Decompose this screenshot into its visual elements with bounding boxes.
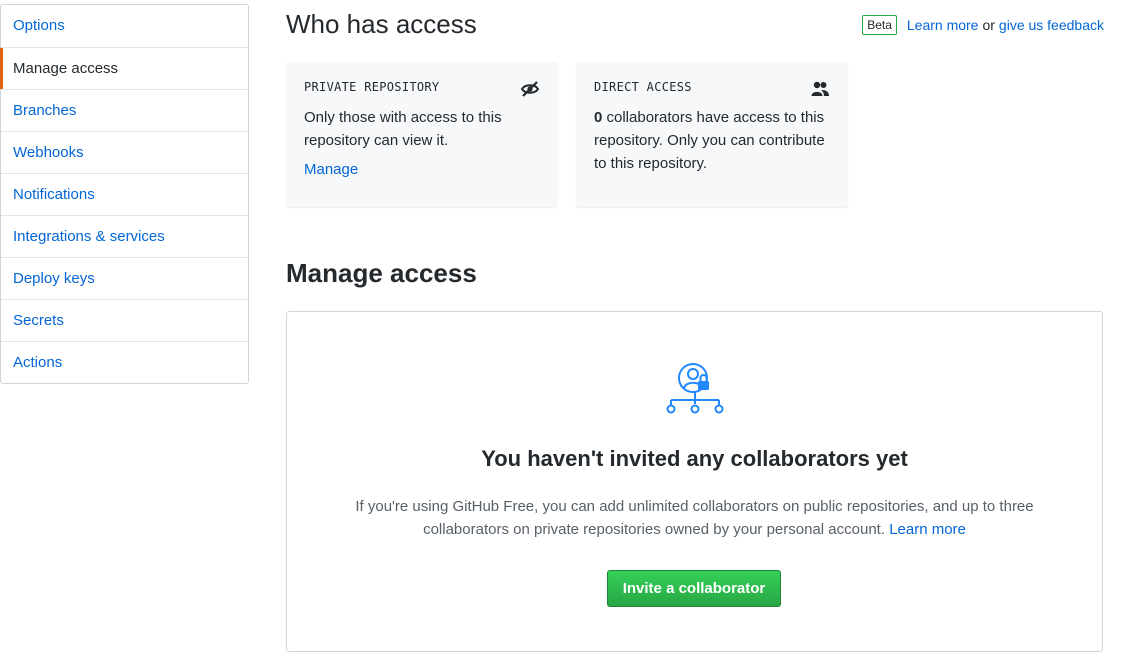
card-description: Only those with access to this repositor… [304,109,502,149]
blankslate-title: You haven't invited any collaborators ye… [481,446,908,471]
learn-more-link[interactable]: Learn more [907,17,979,33]
sidebar-item-secrets[interactable]: Secrets [1,299,248,341]
or-text: or [982,17,995,33]
card-label: PRIVATE REPOSITORY [304,80,440,94]
invite-collaborator-button[interactable]: Invite a collaborator [607,570,781,607]
sidebar-item-manage-access[interactable]: Manage access [0,47,248,89]
people-icon [811,81,829,96]
header-actions: Beta Learn more or give us feedback [862,15,1104,35]
private-repository-card: PRIVATE REPOSITORY Only those with acces… [286,62,558,207]
feedback-link[interactable]: give us feedback [999,17,1104,33]
sidebar-item-actions[interactable]: Actions [1,341,248,383]
manage-access-heading: Manage access [286,258,477,288]
card-label: DIRECT ACCESS [594,80,692,94]
manage-link[interactable]: Manage [304,161,540,178]
blankslate: You haven't invited any collaborators ye… [286,311,1103,652]
sidebar-item-integrations[interactable]: Integrations & services [1,215,248,257]
beta-badge: Beta [862,15,897,35]
collaborators-text: collaborators have access to this reposi… [594,109,825,172]
settings-sidebar: Options Manage access Branches Webhooks … [0,4,249,384]
sidebar-item-branches[interactable]: Branches [1,89,248,131]
sidebar-item-deploy-keys[interactable]: Deploy keys [1,257,248,299]
collaborators-lock-icon [666,363,724,414]
sidebar-item-options[interactable]: Options [1,5,248,47]
blankslate-text: If you're using GitHub Free, you can add… [327,495,1062,541]
direct-access-card: DIRECT ACCESS 0 collaborators have acces… [576,62,848,207]
sidebar-item-notifications[interactable]: Notifications [1,173,248,215]
eye-closed-icon [520,81,540,97]
sidebar-item-webhooks[interactable]: Webhooks [1,131,248,173]
card-description: 0 collaborators have access to this repo… [594,106,830,175]
learn-more-link[interactable]: Learn more [889,521,966,538]
page-title: Who has access [286,9,477,39]
